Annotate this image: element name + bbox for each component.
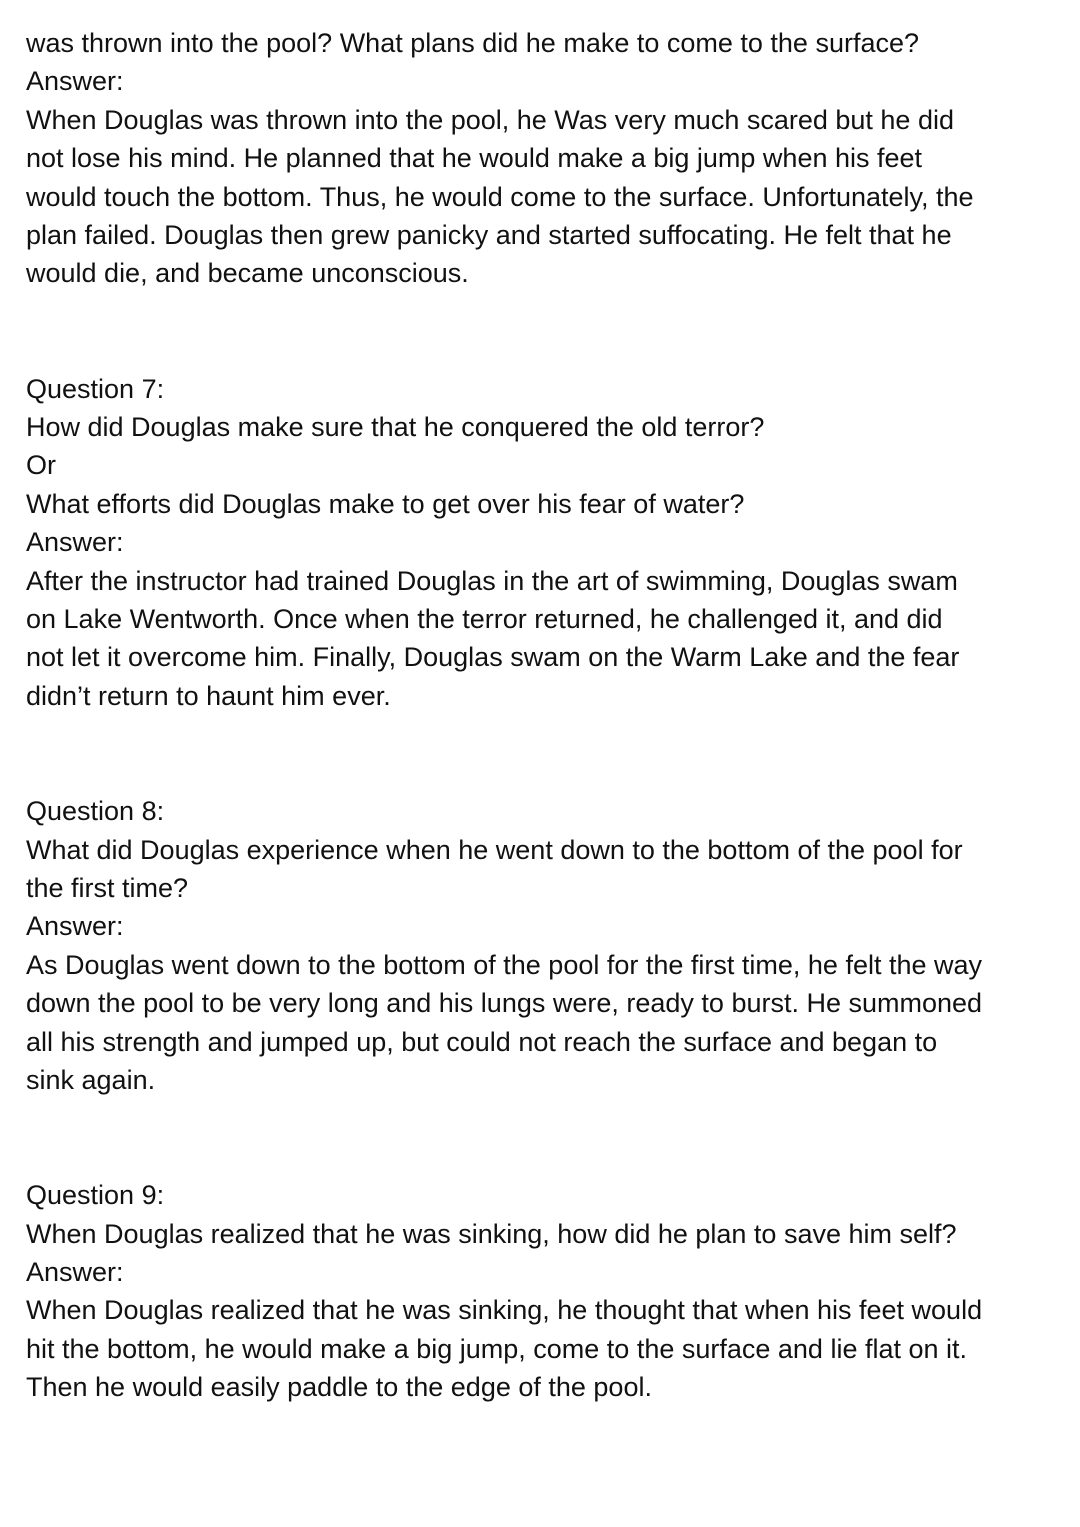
question-text: the first time? [26,872,189,903]
question-heading: Question 7: [26,373,165,404]
question-9-block: Question 9: When Douglas realized that h… [26,1176,1066,1406]
answer-label: Answer: [26,911,124,942]
answer-text-line: not let it overcome him. Finally, Dougla… [26,642,960,673]
answer-label: Answer: [26,66,124,97]
question-text: When Douglas realized that he was sinkin… [26,1218,957,1249]
answer-continuation-block: was thrown into the pool? What plans did… [26,24,1066,293]
answer-text-line: After the instructor had trained Douglas… [26,565,958,596]
answer-text-line: As Douglas went down to the bottom of th… [26,949,983,980]
answer-text-line: sink again. [26,1064,156,1095]
answer-text-line: would touch the bottom. Thus, he would c… [26,181,974,212]
answer-label: Answer: [26,1256,124,1287]
answer-text-line: not lose his mind. He planned that he wo… [26,143,923,174]
answer-text-line: on Lake Wentworth. Once when the terror … [26,604,943,635]
answer-text-line: When Douglas realized that he was sinkin… [26,1295,983,1326]
or-separator: Or [26,450,56,481]
question-heading: Question 9: [26,1180,165,1211]
answer-text-line: down the pool to be very long and his lu… [26,988,983,1019]
answer-text-line: didn’t return to haunt him ever. [26,680,391,711]
answer-text-line: hit the bottom, he would make a big jump… [26,1333,968,1364]
answer-label: Answer: [26,527,124,558]
answer-text-line: plan failed. Douglas then grew panicky a… [26,220,952,251]
answer-text-line: all his strength and jumped up, but coul… [26,1026,938,1057]
question-8-block: Question 8: What did Douglas experience … [26,792,1066,1099]
question-text: What did Douglas experience when he went… [26,834,963,865]
answer-text-line: would die, and became unconscious. [26,258,469,289]
document-page: was thrown into the pool? What plans did… [26,24,1066,1407]
question-text-alternate: What efforts did Douglas make to get ove… [26,488,745,519]
answer-text-line: When Douglas was thrown into the pool, h… [26,104,954,135]
question-text: How did Douglas make sure that he conque… [26,412,765,443]
question-heading: Question 8: [26,796,165,827]
question-7-block: Question 7: How did Douglas make sure th… [26,370,1066,716]
answer-text-line: Then he would easily paddle to the edge … [26,1372,652,1403]
question-text-continued: was thrown into the pool? What plans did… [26,28,920,58]
